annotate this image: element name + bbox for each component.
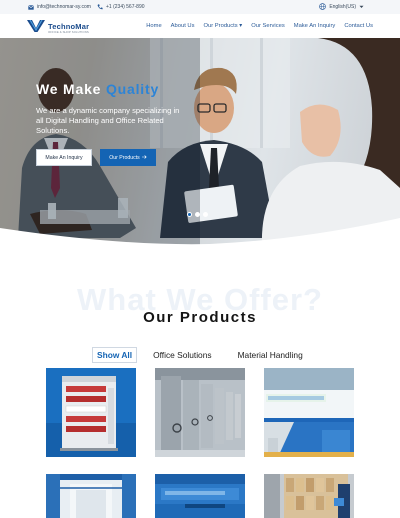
phone-icon	[97, 4, 103, 10]
brand-tagline: OFFICE & SHOP SOLUTIONS	[48, 29, 89, 34]
brand-name: TechnoMar	[48, 21, 90, 31]
our-products-label: Our Products	[109, 154, 140, 161]
our-products-button[interactable]: Our Products	[100, 149, 156, 166]
nav-our-products[interactable]: Our Products ▾	[204, 23, 243, 29]
hero-description: We are a dynamic company specializing in…	[36, 106, 180, 135]
hero-title: We Make Quality	[36, 81, 159, 97]
top-bar: info@technomar-sy.com +1 (234) 567-890 E…	[0, 0, 400, 14]
product-image	[46, 474, 136, 518]
main-nav: Home About Us Our Products ▾ Our Service…	[146, 23, 373, 29]
email-contact[interactable]: info@technomar-sy.com	[28, 4, 91, 10]
product-card[interactable]	[46, 474, 136, 518]
nav-contact-us[interactable]: Contact Us	[344, 23, 373, 29]
product-image	[264, 368, 354, 457]
site-header: TechnoMar OFFICE & SHOP SOLUTIONS Home A…	[0, 14, 400, 38]
caret-down-icon: ▾	[237, 23, 243, 29]
product-card[interactable]	[46, 368, 136, 457]
make-inquiry-label: Make An Inquiry	[45, 154, 83, 161]
product-card[interactable]	[155, 368, 245, 457]
product-card[interactable]	[155, 474, 245, 518]
product-image	[155, 368, 245, 457]
email-text: info@technomar-sy.com	[37, 4, 91, 10]
hero-bottom-curve	[0, 218, 400, 246]
product-image	[46, 368, 136, 457]
phone-text: +1 (234) 567-890	[106, 4, 145, 10]
hero-banner: We Make Quality We are a dynamic company…	[0, 38, 400, 246]
hero-title-accent: Quality	[105, 81, 160, 97]
product-card[interactable]	[264, 474, 354, 518]
tab-show-all[interactable]: Show All	[92, 347, 138, 363]
nav-make-an-inquiry[interactable]: Make An Inquiry	[294, 23, 336, 29]
nav-our-products-label: Our Products	[203, 23, 238, 29]
product-card[interactable]	[264, 368, 354, 457]
nav-about-us[interactable]: About Us	[171, 23, 195, 29]
nav-our-services[interactable]: Our Services	[251, 23, 285, 29]
phone-contact[interactable]: +1 (234) 567-890	[97, 4, 145, 10]
logo-mark-icon	[27, 19, 45, 37]
language-label: English(US)	[329, 3, 356, 10]
make-inquiry-button[interactable]: Make An Inquiry	[36, 149, 92, 166]
product-image	[155, 474, 245, 518]
nav-home[interactable]: Home	[146, 23, 161, 29]
tab-office-solutions[interactable]: Office Solutions	[149, 348, 216, 362]
logo[interactable]: TechnoMar OFFICE & SHOP SOLUTIONS	[27, 19, 89, 37]
chevron-down-icon	[359, 5, 364, 9]
product-filter-tabs: Show All Office Solutions Material Handl…	[92, 347, 307, 363]
tab-material-handling[interactable]: Material Handling	[234, 348, 307, 362]
hero-title-prefix: We Make	[36, 81, 102, 97]
language-selector[interactable]: English(US)	[319, 3, 364, 10]
section-title: Our Products	[143, 309, 257, 326]
mail-icon	[28, 4, 34, 10]
product-image	[264, 474, 354, 518]
globe-icon	[319, 3, 327, 10]
arrow-right-icon	[141, 154, 147, 161]
